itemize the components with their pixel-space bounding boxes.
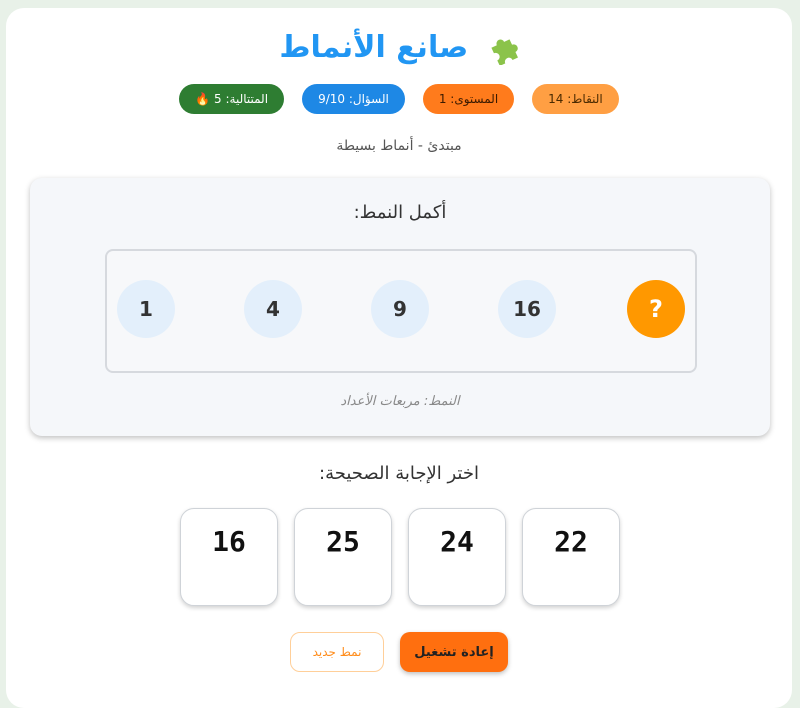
page-title: صانع الأنماط (6, 30, 792, 65)
sequence-item: 4 (244, 280, 302, 338)
sequence-item: 9 (371, 280, 429, 338)
puzzle-piece-icon (491, 38, 518, 65)
sequence-item: ? (627, 280, 685, 338)
points-badge: النقاط: 14 (532, 84, 619, 114)
answer-option[interactable]: 24 (408, 508, 506, 606)
difficulty-subtitle: مبتدئ - أنماط بسيطة (336, 138, 462, 154)
answer-option[interactable]: 16 (180, 508, 278, 606)
level-badge: المستوى: 1 (422, 84, 515, 114)
restart-button[interactable]: إعادة تشغيل (400, 632, 508, 672)
pattern-prompt: أكمل النمط: (353, 202, 447, 223)
pattern-panel: أكمل النمط: ? 1 4 9 16 النمط: مربعات الأ… (30, 178, 770, 436)
answer-option[interactable]: 25 (294, 508, 392, 606)
sequence-frame: ? 1 4 9 16 (105, 249, 697, 373)
stats-bar: النقاط: 14 المستوى: 1 السؤال: 9/10 المتت… (6, 84, 792, 114)
sequence-item: 16 (498, 280, 556, 338)
answer-option[interactable]: 22 (522, 508, 620, 606)
title-text: صانع الأنماط (279, 30, 469, 65)
question-badge: السؤال: 9/10 (302, 84, 405, 114)
sequence-item: 1 (117, 280, 175, 338)
choose-answer-label: اختر الإجابة الصحيحة: (319, 463, 479, 484)
game-card: صانع الأنماط النقاط: 14 المستوى: 1 السؤا… (6, 8, 792, 708)
streak-badge: المتتالية: 5 🔥 (179, 84, 285, 114)
new-pattern-button[interactable]: نمط جديد (290, 632, 384, 672)
pattern-hint: النمط: مربعات الأعداد (340, 394, 460, 409)
